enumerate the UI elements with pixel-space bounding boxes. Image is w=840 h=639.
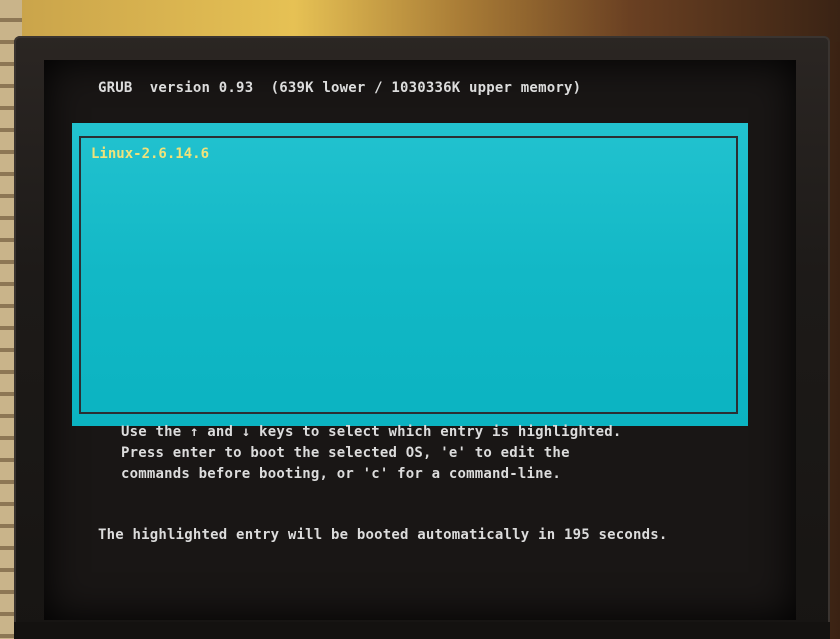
boot-entry-linux[interactable]: Linux-2.6.14.6 [91, 146, 209, 162]
help-line-2: Press enter to boot the selected OS, 'e'… [121, 445, 570, 461]
grub-version-header: GRUB version 0.93 (639K lower / 1030336K… [98, 80, 582, 96]
monitor-bottom-edge [14, 622, 830, 639]
boot-menu-border [79, 136, 738, 414]
help-line-3: commands before booting, or 'c' for a co… [121, 466, 562, 482]
photo-scene: GRUB version 0.93 (639K lower / 1030336K… [0, 0, 840, 639]
autoboot-countdown: The highlighted entry will be booted aut… [98, 527, 668, 543]
help-line-1: Use the ↑ and ↓ keys to select which ent… [121, 424, 622, 440]
